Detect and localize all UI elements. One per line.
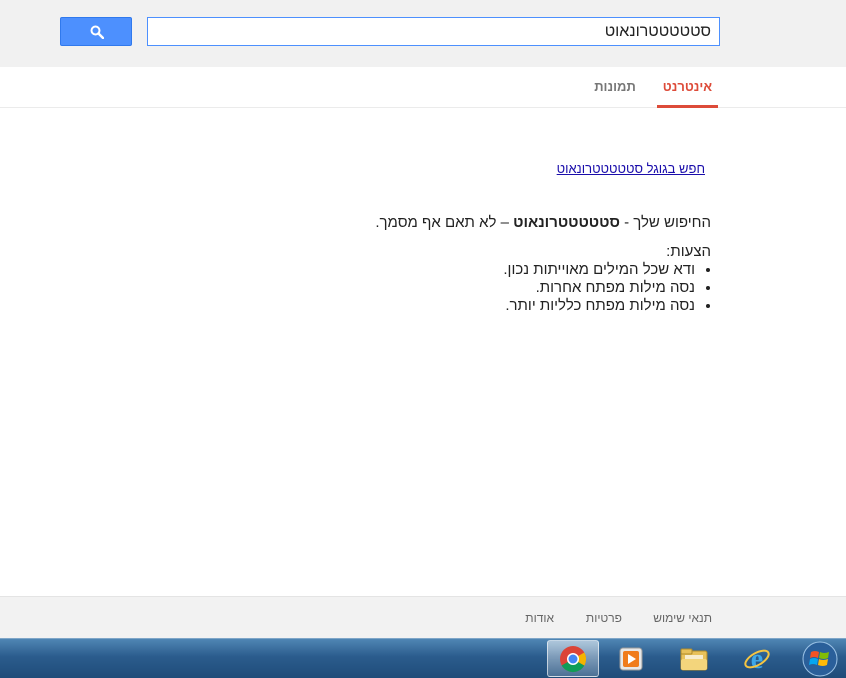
file-explorer-icon bbox=[680, 648, 708, 670]
search-tabs: אינטרנט תמונות bbox=[0, 67, 846, 108]
suggestions-title: הצעות: bbox=[666, 243, 711, 260]
footer-terms-link[interactable]: תנאי שימוש bbox=[653, 611, 712, 625]
internet-explorer-icon: e bbox=[744, 644, 770, 674]
no-results-prefix: החיפוש שלך - bbox=[619, 214, 711, 231]
list-item: ודא שכל המילים מאוייתות נכון. bbox=[503, 261, 695, 279]
windows-start-icon bbox=[802, 641, 838, 676]
search-button[interactable] bbox=[60, 17, 132, 46]
tab-images[interactable]: תמונות bbox=[590, 67, 640, 107]
no-results-message: החיפוש שלך - סטטטטטרונאוט – לא תאם אף מס… bbox=[375, 214, 711, 231]
search-icon bbox=[90, 25, 104, 39]
taskbar-media-player[interactable] bbox=[605, 640, 657, 677]
tab-web[interactable]: אינטרנט bbox=[657, 67, 718, 108]
footer-privacy-link[interactable]: פרטיות bbox=[586, 611, 622, 625]
list-item: נסה מילות מפתח אחרות. bbox=[503, 279, 695, 297]
media-player-icon bbox=[619, 647, 643, 670]
suggestions: הצעות: ודא שכל המילים מאוייתות נכון. נסה… bbox=[503, 243, 711, 315]
no-results-suffix: – לא תאם אף מסמך. bbox=[375, 214, 514, 231]
list-item: נסה מילות מפתח כלליות יותר. bbox=[503, 297, 695, 315]
windows-taskbar: e bbox=[0, 638, 846, 678]
svg-text:e: e bbox=[751, 644, 763, 674]
no-results-query: סטטטטטרונאוט bbox=[513, 214, 620, 231]
chrome-icon bbox=[560, 645, 587, 672]
taskbar-start-button[interactable] bbox=[794, 640, 846, 677]
search-header bbox=[0, 0, 846, 67]
taskbar-chrome[interactable] bbox=[547, 640, 599, 677]
taskbar-internet-explorer[interactable]: e bbox=[731, 640, 783, 677]
footer-about-link[interactable]: אודות bbox=[525, 611, 554, 625]
search-input[interactable] bbox=[147, 17, 720, 46]
search-google-link[interactable]: חפש בגוגל סטטטטטרונאוט bbox=[557, 161, 705, 176]
footer: תנאי שימוש פרטיות אודות bbox=[0, 596, 846, 639]
suggestions-list: ודא שכל המילים מאוייתות נכון. נסה מילות … bbox=[503, 261, 711, 315]
taskbar-file-explorer[interactable] bbox=[668, 640, 720, 677]
